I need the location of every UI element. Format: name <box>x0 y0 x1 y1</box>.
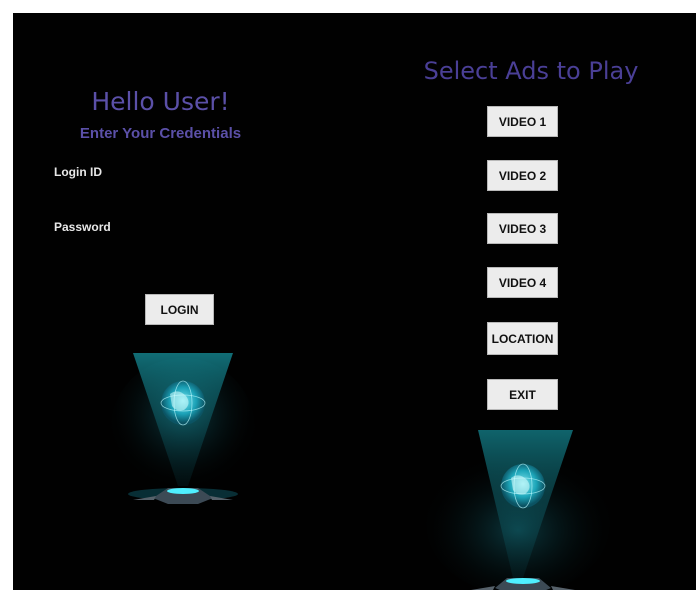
globe-hologram-icon <box>111 353 255 504</box>
app-screen: Hello User! Enter Your Credentials Login… <box>13 13 696 590</box>
login-id-label: Login ID <box>54 165 102 179</box>
login-button[interactable]: LOGIN <box>145 294 214 325</box>
video-3-button[interactable]: VIDEO 3 <box>487 213 558 244</box>
video-4-button[interactable]: VIDEO 4 <box>487 267 558 298</box>
location-button[interactable]: LOCATION <box>487 322 558 355</box>
video-2-button[interactable]: VIDEO 2 <box>487 160 558 191</box>
password-input[interactable] <box>133 218 307 238</box>
login-title: Hello User! <box>91 87 230 116</box>
hologram-projector-icon <box>426 430 610 590</box>
exit-button[interactable]: EXIT <box>487 379 558 410</box>
login-id-input[interactable] <box>133 163 307 183</box>
ads-title: Select Ads to Play <box>423 57 639 85</box>
video-1-button[interactable]: VIDEO 1 <box>487 106 558 137</box>
login-subtitle: Enter Your Credentials <box>79 125 242 142</box>
password-label: Password <box>54 220 111 234</box>
